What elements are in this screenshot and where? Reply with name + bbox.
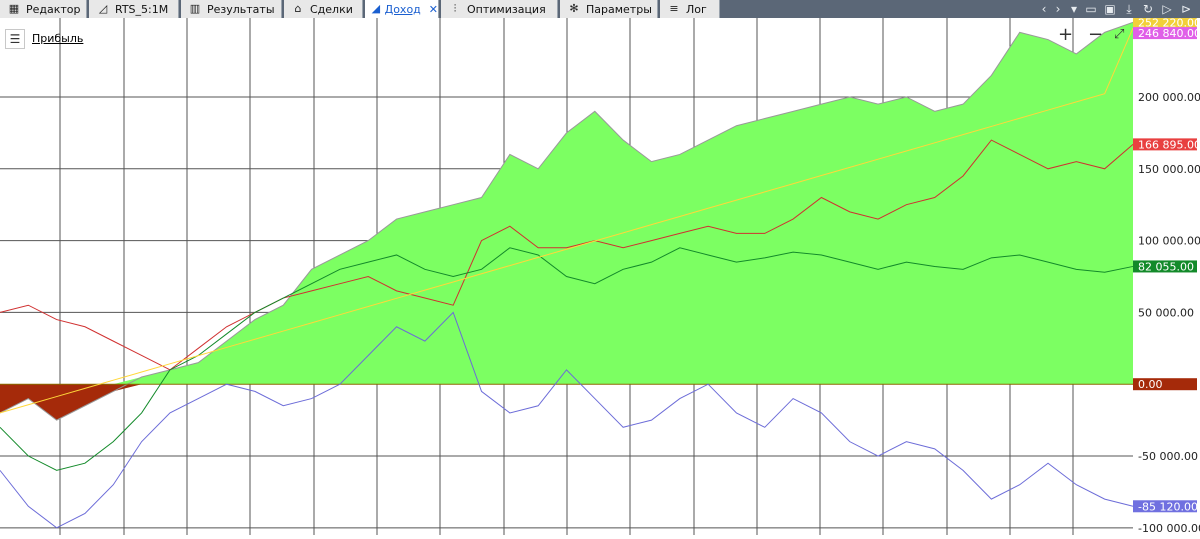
tab-label: Редактор bbox=[26, 2, 81, 16]
y-tick-label: 100 000.00 bbox=[1138, 235, 1200, 248]
chart-svg[interactable]: -100 000.00 -50 000.00 50 000.00 100 000.00… bbox=[0, 16, 1200, 535]
badge-series-3: -85 120.00 bbox=[1138, 500, 1198, 513]
income-chart-icon: ◢ bbox=[371, 2, 381, 15]
editor-icon: ▦ bbox=[8, 2, 20, 15]
tab-5[interactable]: ⫶ Оптимизация bbox=[441, 0, 558, 18]
tab-6[interactable]: ✻ Параметры bbox=[560, 0, 658, 18]
list-icon: ☰ bbox=[9, 32, 21, 46]
dropdown-icon[interactable]: ▾ bbox=[1066, 1, 1082, 17]
badge-zero: 0.00 bbox=[1138, 378, 1163, 391]
legend-profit-label[interactable]: Прибыль bbox=[32, 32, 83, 45]
y-tick-label: -100 000.00 bbox=[1138, 522, 1200, 535]
income-chart[interactable]: -100 000.00 -50 000.00 50 000.00 100 000.00… bbox=[0, 16, 1200, 535]
minus-icon[interactable]: − bbox=[1088, 26, 1103, 44]
y-tick-label: 150 000.00 bbox=[1138, 163, 1200, 176]
tab-0[interactable]: ▦ Редактор bbox=[0, 0, 87, 18]
nav-right-icon[interactable]: › bbox=[1050, 1, 1066, 17]
close-icon[interactable]: ✕ bbox=[429, 3, 438, 16]
tab-label: Сделки bbox=[310, 2, 353, 16]
optimization-icon: ⫶ bbox=[453, 2, 457, 15]
tab-7[interactable]: ≡ Лог bbox=[660, 0, 720, 18]
badge-series-1: 166 895.00 bbox=[1138, 138, 1200, 151]
log-icon: ≡ bbox=[669, 2, 679, 15]
skip-icon[interactable]: ⊳ bbox=[1178, 1, 1194, 17]
play-icon[interactable]: ▷ bbox=[1159, 1, 1175, 17]
tab-2[interactable]: ▥ Результаты bbox=[181, 0, 282, 18]
badge-series-4: 246 840.00 bbox=[1138, 27, 1200, 40]
legend-list-button[interactable]: ☰ bbox=[5, 29, 25, 49]
refresh-icon[interactable]: ↻ bbox=[1140, 1, 1156, 17]
deals-icon: ⌂ bbox=[294, 2, 302, 15]
tab-label: Оптимизация bbox=[467, 2, 546, 16]
y-tick-label: -50 000.00 bbox=[1138, 450, 1198, 463]
tab-1[interactable]: ◿ RTS_5:1M bbox=[89, 0, 179, 18]
folder-icon[interactable]: ▭ bbox=[1083, 1, 1099, 17]
tab-label: Результаты bbox=[207, 2, 275, 16]
tab-bar: ▦ Редактор ◿ RTS_5:1M ▥ Результаты ⌂ Сделки ◢ Дох… bbox=[0, 0, 1200, 18]
tab-label: Доход bbox=[384, 2, 421, 16]
fit-icon[interactable]: ⤢ bbox=[1114, 26, 1124, 44]
tab-label: Параметры bbox=[586, 2, 652, 16]
y-tick-label: 200 000.00 bbox=[1138, 91, 1200, 104]
chart-icon: ◿ bbox=[98, 2, 108, 15]
tab-label: Лог bbox=[686, 2, 707, 16]
tab-label: RTS_5:1M bbox=[115, 2, 169, 16]
download-icon[interactable]: ⤓ bbox=[1121, 1, 1137, 17]
tab-3[interactable]: ⌂ Сделки bbox=[284, 0, 363, 18]
plus-icon[interactable]: + bbox=[1058, 26, 1073, 44]
y-tick-label: 50 000.00 bbox=[1138, 306, 1194, 319]
results-icon: ▥ bbox=[189, 2, 201, 15]
tab-4[interactable]: ◢ Доход ✕ bbox=[365, 0, 439, 18]
save-icon[interactable]: ▣ bbox=[1102, 1, 1118, 17]
gear-icon: ✻ bbox=[569, 2, 579, 15]
badge-series-2: 82 055.00 bbox=[1138, 260, 1194, 273]
